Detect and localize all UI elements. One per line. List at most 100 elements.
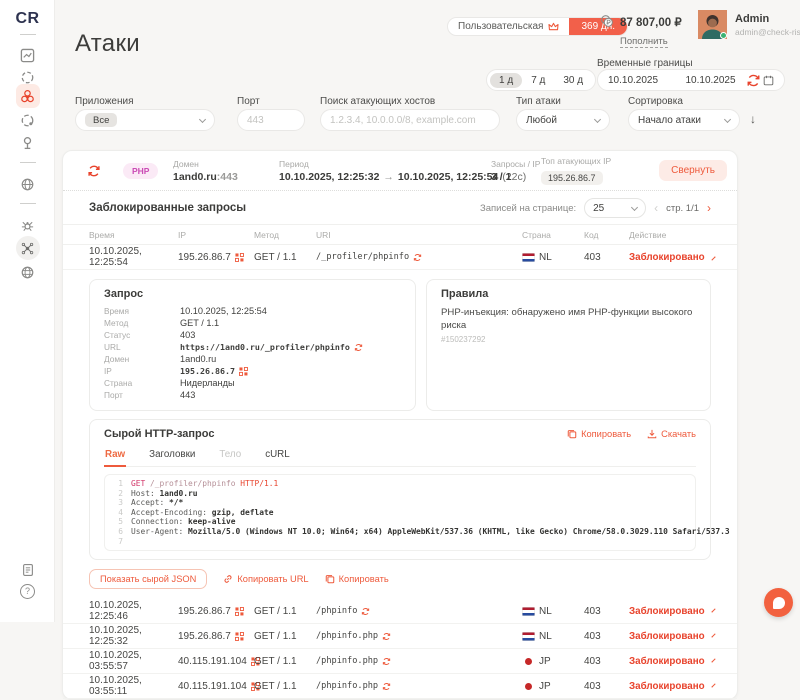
code-line: 4Accept-Encoding: gzip, deflate	[105, 508, 695, 518]
attack-refresh-icon[interactable]	[361, 607, 370, 616]
row-time: 10.10.2025, 12:25:32	[89, 625, 178, 647]
top-ip-chip[interactable]: 195.26.86.7	[541, 171, 603, 185]
table-row[interactable]: 10.10.2025, 12:25:46 195.26.86.7 GET / 1…	[63, 599, 737, 624]
rule-id: #150237292	[441, 335, 696, 344]
preset-30d[interactable]: 30 д	[554, 73, 592, 88]
avatar	[698, 10, 727, 39]
attack-refresh-icon[interactable]	[354, 343, 363, 352]
tab-заголовки[interactable]: Заголовки	[148, 445, 196, 466]
row-action[interactable]: Заблокировано	[629, 681, 711, 692]
page-title: Атаки	[75, 30, 140, 58]
http-request-code[interactable]: 1GET /_profiler/phpinfo HTTP/1.12Host: 1…	[104, 474, 696, 551]
account-widget[interactable]: Admin admin@check-risk.ru	[698, 10, 800, 39]
sidebar-item-scanner[interactable]	[0, 108, 55, 132]
attack-type-select[interactable]: Любой	[516, 109, 610, 131]
table-row[interactable]: 10.10.2025, 12:25:32 195.26.86.7 GET / 1…	[63, 624, 737, 649]
port-input[interactable]: 443	[237, 109, 305, 131]
table-row[interactable]: 10.10.2025, 03:55:57 40.115.191.104 GET …	[63, 649, 737, 674]
next-page-button[interactable]: ›	[707, 201, 711, 215]
refresh-button[interactable]	[746, 73, 761, 88]
online-status-dot	[720, 32, 727, 39]
ip-grid-icon[interactable]	[235, 632, 244, 641]
collapse-button[interactable]: Свернуть	[659, 160, 727, 181]
download-raw-button[interactable]: Скачать	[647, 429, 696, 439]
copy-request-button[interactable]: Копировать	[325, 574, 389, 584]
row-action[interactable]: Заблокировано	[629, 252, 711, 263]
sidebar-item-docs[interactable]	[0, 558, 55, 582]
attack-type-badge: PHP	[123, 163, 158, 179]
country-flag-icon	[522, 632, 535, 641]
sidebar-item-help[interactable]: ?	[0, 584, 55, 599]
attack-refresh-icon[interactable]	[382, 682, 391, 691]
table-row[interactable]: 10.10.2025, 12:25:54 195.26.86.7 GET / 1…	[63, 245, 737, 270]
plan-label: Пользовательская	[458, 21, 543, 32]
sort-direction-button[interactable]: ↓	[750, 112, 756, 126]
per-page-select[interactable]: 25	[584, 198, 646, 218]
row-time: 10.10.2025, 12:25:54	[89, 246, 178, 268]
sidebar-item-dashboard[interactable]	[0, 43, 55, 67]
copy-raw-button[interactable]: Копировать	[567, 429, 631, 439]
sort-value: Начало атаки	[638, 115, 701, 126]
attacks-biohazard-icon	[16, 84, 40, 108]
ip-grid-icon[interactable]	[239, 367, 248, 376]
row-uri: /phpinfo.php	[316, 681, 522, 691]
chat-icon	[773, 597, 785, 609]
request-panel: Запрос Время10.10.2025, 12:25:54МетодGET…	[89, 279, 416, 411]
sidebar-item-web[interactable]	[0, 172, 55, 196]
applications-select[interactable]: Все	[75, 109, 215, 131]
sidebar-item-spider[interactable]	[0, 213, 55, 237]
attack-refresh-icon[interactable]	[413, 253, 422, 262]
code-line: 2Host: 1and0.ru	[105, 489, 695, 499]
attack-refresh-icon[interactable]	[382, 632, 391, 641]
row-action[interactable]: Заблокировано	[629, 631, 711, 642]
tab-тело[interactable]: Тело	[218, 445, 242, 466]
row-ip: 195.26.86.7	[178, 252, 254, 263]
sidebar-divider	[20, 162, 36, 163]
sort-select[interactable]: Начало атаки	[628, 109, 740, 131]
preset-7d[interactable]: 7 д	[522, 73, 554, 88]
tab-curl[interactable]: cURL	[264, 445, 291, 466]
row-action[interactable]: Заблокировано	[629, 656, 711, 667]
request-field: Статус403	[104, 330, 401, 341]
attack-refresh-icon[interactable]	[87, 151, 101, 191]
attack-card: PHP Домен 1and0.ru:443 Период 10.10.2025…	[62, 150, 738, 700]
chevron-down-icon	[199, 115, 206, 122]
period-group: Период 10.10.2025, 12:25:32 → 10.10.2025…	[279, 151, 526, 191]
logo[interactable]: CR	[0, 10, 55, 28]
prev-page-button[interactable]: ‹	[654, 201, 658, 215]
row-time: 10.10.2025, 03:55:11	[89, 675, 178, 697]
preset-1d[interactable]: 1 д	[490, 73, 522, 88]
sidebar-item-drone[interactable]	[0, 236, 55, 260]
table-row[interactable]: 10.10.2025, 03:55:11 40.115.191.104 GET …	[63, 674, 737, 699]
col-action: Действие	[629, 230, 711, 240]
sort-label: Сортировка	[628, 96, 683, 107]
row-code: 403	[584, 656, 629, 667]
sidebar-item-monitoring[interactable]	[0, 131, 55, 155]
request-field: СтранаНидерланды	[104, 378, 401, 389]
per-page-label: Записей на странице:	[480, 203, 576, 214]
attack-refresh-icon[interactable]	[382, 657, 391, 666]
top-ip-group: Топ атакующих IP 195.26.86.7	[541, 151, 611, 191]
sidebar-item-globe[interactable]	[0, 260, 55, 284]
tab-raw[interactable]: Raw	[104, 445, 126, 467]
chat-fab-button[interactable]	[764, 588, 793, 617]
country-flag-icon	[522, 607, 535, 616]
drone-icon	[16, 236, 40, 260]
row-country: JP	[522, 681, 584, 692]
chevron-down-icon	[711, 683, 715, 687]
sidebar-item-attacks[interactable]	[0, 84, 55, 108]
ip-grid-icon[interactable]	[235, 253, 244, 262]
topup-link[interactable]: Пополнить	[620, 36, 668, 48]
search-input[interactable]: 1.2.3.4, 10.0.0.0/8, example.com	[320, 109, 500, 131]
copy-url-button[interactable]: Копировать URL	[223, 574, 308, 584]
attack-type-label: Тип атаки	[516, 96, 561, 107]
requests-group: Запросы / IP 3 / 1	[491, 151, 540, 191]
show-raw-json-button[interactable]: Показать сырой JSON	[89, 569, 207, 589]
row-method: GET / 1.1	[254, 681, 316, 692]
ip-grid-icon[interactable]	[235, 607, 244, 616]
date-from[interactable]: 10.10.2025	[608, 75, 682, 86]
docs-icon	[16, 558, 40, 582]
row-action[interactable]: Заблокировано	[629, 606, 711, 617]
copy-icon	[567, 429, 577, 439]
refresh-icon	[746, 73, 761, 88]
